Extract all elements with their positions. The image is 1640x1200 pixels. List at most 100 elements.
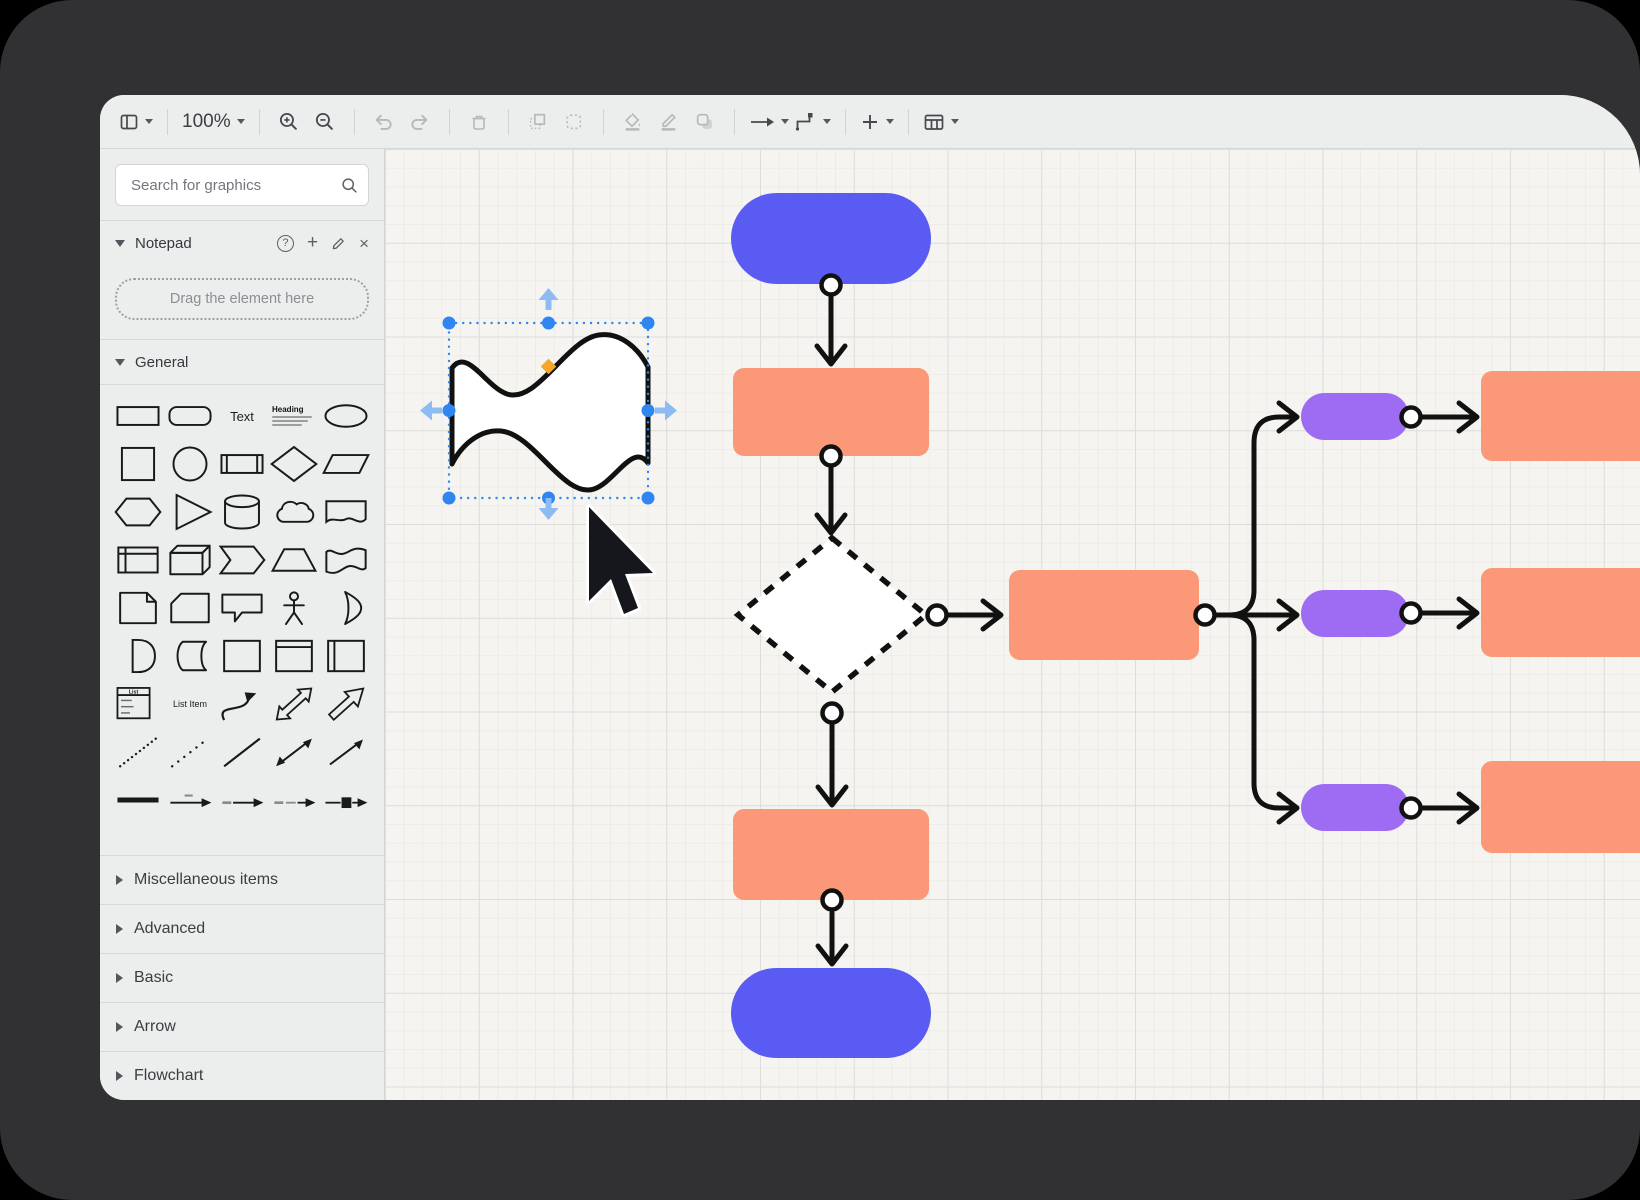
zoom-level-button[interactable]: 100% (179, 105, 248, 139)
palette-shape-bidirectional-arrow[interactable] (268, 729, 320, 775)
palette-shape-callout[interactable] (216, 585, 268, 631)
palette-shape-arrow-box[interactable] (320, 777, 372, 823)
palette-shape-line[interactable] (216, 729, 268, 775)
line-color-button[interactable] (651, 105, 687, 139)
palette-shape-process[interactable] (216, 441, 268, 487)
connection-port-6[interactable] (1402, 799, 1421, 818)
palette-shape-parallelogram[interactable] (320, 441, 372, 487)
general-section-header[interactable]: General (100, 340, 384, 384)
connection-port-3[interactable] (1196, 606, 1215, 625)
node-result-top[interactable] (1481, 371, 1640, 461)
palette-shape-cube[interactable] (164, 537, 216, 583)
palette-shape-dashed-line[interactable] (164, 729, 216, 775)
node-branch-bot[interactable] (1301, 784, 1409, 831)
node-step-2[interactable] (1009, 570, 1199, 660)
palette-shape-heading[interactable]: Heading (268, 393, 320, 439)
node-branch-top[interactable] (1301, 393, 1409, 440)
palette-shape-actor[interactable] (268, 585, 320, 631)
connection-port-1[interactable] (822, 447, 841, 466)
edge-bot-result[interactable] (1421, 794, 1477, 822)
palette-shape-list[interactable]: List (112, 681, 164, 727)
move-up-arrow-icon[interactable] (539, 288, 559, 310)
resize-handle[interactable] (542, 317, 555, 330)
palette-shape-double-arrow-outline[interactable] (268, 681, 320, 727)
resize-handle[interactable] (642, 404, 655, 417)
palette-shape-ellipse[interactable] (320, 393, 372, 439)
connection-port-0[interactable] (822, 276, 841, 295)
palette-shape-diamond[interactable] (268, 441, 320, 487)
palette-shape-circle[interactable] (164, 441, 216, 487)
waypoint-style-button[interactable] (792, 105, 834, 139)
search-input[interactable] (129, 176, 341, 195)
palette-shape-labeled-arrow-3[interactable] (268, 777, 320, 823)
edge-step3-end[interactable] (818, 913, 846, 964)
palette-shape-internal-storage[interactable] (112, 537, 164, 583)
move-right-arrow-icon[interactable] (655, 401, 677, 421)
delete-button[interactable] (461, 105, 497, 139)
insert-button[interactable] (857, 105, 897, 139)
connection-port-5[interactable] (1402, 604, 1421, 623)
palette-shape-tape[interactable] (320, 537, 372, 583)
palette-shape-and[interactable] (112, 633, 164, 679)
notepad-section-header[interactable]: Notepad ? + × (100, 221, 384, 265)
palette-shape-list-item[interactable]: List Item (164, 681, 216, 727)
connection-port-8[interactable] (823, 891, 842, 910)
palette-shape-dotted-line[interactable] (112, 729, 164, 775)
sidebar-section-flowchart[interactable]: Flowchart (100, 1051, 384, 1100)
palette-shape-container[interactable] (216, 633, 268, 679)
node-end[interactable] (731, 968, 931, 1058)
palette-shape-text[interactable]: Text (216, 393, 268, 439)
edge-step2-bot[interactable] (1215, 615, 1297, 822)
fill-color-button[interactable] (615, 105, 651, 139)
palette-shape-note[interactable] (112, 585, 164, 631)
node-step-1[interactable] (733, 368, 929, 456)
palette-shape-document[interactable] (320, 489, 372, 535)
shadow-button[interactable] (687, 105, 723, 139)
table-button[interactable] (920, 105, 962, 139)
palette-shape-hexagon[interactable] (112, 489, 164, 535)
palette-shape-cloud[interactable] (268, 489, 320, 535)
resize-handle[interactable] (443, 317, 456, 330)
wave-shape[interactable] (452, 335, 648, 490)
palette-shape-rounded-rectangle[interactable] (164, 393, 216, 439)
resize-handle[interactable] (642, 317, 655, 330)
sidebar-section-advanced[interactable]: Advanced (100, 904, 384, 953)
redo-button[interactable] (402, 105, 438, 139)
palette-shape-cylinder[interactable] (216, 489, 268, 535)
node-result-mid[interactable] (1481, 568, 1640, 657)
palette-shape-card[interactable] (164, 585, 216, 631)
sidebar-section-basic[interactable]: Basic (100, 953, 384, 1002)
node-result-bot[interactable] (1481, 761, 1640, 853)
diagram-canvas[interactable] (385, 149, 1640, 1100)
sidebar-section-arrow[interactable]: Arrow (100, 1002, 384, 1051)
palette-shape-titled-container[interactable] (268, 633, 320, 679)
node-step-3[interactable] (733, 809, 929, 900)
help-icon[interactable]: ? (277, 235, 294, 252)
resize-handle[interactable] (642, 492, 655, 505)
palette-shape-or[interactable] (320, 585, 372, 631)
connection-port-4[interactable] (1402, 408, 1421, 427)
edge-mid-result[interactable] (1421, 599, 1477, 627)
move-left-arrow-icon[interactable] (420, 401, 442, 421)
node-decision[interactable] (738, 538, 926, 692)
zoom-out-button[interactable] (307, 105, 343, 139)
connection-port-2[interactable] (928, 606, 947, 625)
palette-shape-curve[interactable] (216, 681, 268, 727)
palette-shape-step[interactable] (216, 537, 268, 583)
sidebar-toggle-button[interactable] (116, 105, 156, 139)
add-icon[interactable]: + (307, 233, 318, 252)
palette-shape-square[interactable] (112, 441, 164, 487)
edge-step2-top[interactable] (1215, 403, 1297, 615)
palette-shape-arrow[interactable] (320, 729, 372, 775)
node-branch-mid[interactable] (1301, 590, 1409, 637)
edge-step1-decision[interactable] (817, 468, 845, 533)
to-back-button[interactable] (556, 105, 592, 139)
edge-start-step1[interactable] (817, 297, 845, 364)
sidebar-section-miscellaneous[interactable]: Miscellaneous items (100, 855, 384, 904)
undo-button[interactable] (366, 105, 402, 139)
palette-shape-labeled-arrow-1[interactable] (164, 777, 216, 823)
palette-shape-data-storage[interactable] (164, 633, 216, 679)
move-down-arrow-icon[interactable] (539, 498, 559, 520)
palette-shape-vertical-container[interactable] (320, 633, 372, 679)
notepad-drop-zone[interactable]: Drag the element here (115, 278, 369, 320)
